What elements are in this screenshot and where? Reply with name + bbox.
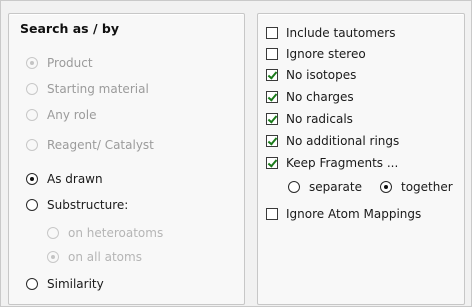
checkbox-no-radicals[interactable]: No radicals <box>266 110 353 128</box>
radio-on-all-atoms[interactable]: on all atoms <box>47 248 142 266</box>
radio-on-heteroatoms[interactable]: on heteroatoms <box>47 224 163 242</box>
checkbox-checked-icon[interactable] <box>266 157 278 169</box>
checkbox-keep-fragments[interactable]: Keep Fragments ... <box>266 154 398 172</box>
radio-button-icon[interactable] <box>26 139 38 151</box>
checkbox-no-isotopes[interactable]: No isotopes <box>266 66 356 84</box>
radio-separate[interactable]: separate <box>288 178 362 196</box>
checkbox-checked-icon[interactable] <box>266 69 278 81</box>
radio-reagent-catalyst[interactable]: Reagent/ Catalyst <box>26 136 154 154</box>
checkbox-keep-fragments-label: Keep Fragments ... <box>286 156 399 170</box>
radio-on-heteroatoms-label: on heteroatoms <box>68 226 164 240</box>
checkbox-no-additional-rings[interactable]: No additional rings <box>266 132 399 150</box>
radio-on-all-atoms-label: on all atoms <box>68 250 142 264</box>
radio-button-icon[interactable] <box>26 278 38 290</box>
radio-separate-label: separate <box>309 180 362 194</box>
radio-button-icon[interactable] <box>26 57 38 69</box>
checkbox-checked-icon[interactable] <box>266 135 278 147</box>
checkbox-no-additional-rings-label: No additional rings <box>286 134 400 148</box>
checkbox-ignore-atom-mappings-label: Ignore Atom Mappings <box>286 207 422 221</box>
radio-together[interactable]: together <box>380 178 453 196</box>
checkbox-checked-icon[interactable] <box>266 91 278 103</box>
radio-product-label: Product <box>47 56 93 70</box>
search-options-group: Include tautomers Ignore stereo No isoto… <box>257 13 465 305</box>
checkbox-icon[interactable] <box>266 48 278 60</box>
checkbox-include-tautomers[interactable]: Include tautomers <box>266 24 395 42</box>
radio-similarity-label: Similarity <box>47 277 104 291</box>
radio-button-icon[interactable] <box>26 83 38 95</box>
checkbox-icon[interactable] <box>266 208 278 220</box>
search-options-dialog: Search as / by Product Starting material… <box>0 0 472 307</box>
radio-product[interactable]: Product <box>26 54 93 72</box>
radio-any-role-label: Any role <box>47 108 97 122</box>
radio-substructure-label: Substructure: <box>47 198 129 212</box>
radio-button-icon[interactable] <box>47 251 59 263</box>
checkbox-no-charges-label: No charges <box>286 90 354 104</box>
radio-button-icon[interactable] <box>380 181 392 193</box>
radio-button-icon[interactable] <box>288 181 300 193</box>
checkbox-no-isotopes-label: No isotopes <box>286 68 357 82</box>
radio-as-drawn[interactable]: As drawn <box>26 170 103 188</box>
checkbox-include-tautomers-label: Include tautomers <box>286 26 396 40</box>
radio-together-label: together <box>401 180 453 194</box>
checkbox-ignore-stereo-label: Ignore stereo <box>286 47 366 61</box>
checkbox-icon[interactable] <box>266 27 278 39</box>
radio-reagent-catalyst-label: Reagent/ Catalyst <box>47 138 154 152</box>
search-as-by-group: Search as / by Product Starting material… <box>8 13 245 305</box>
checkbox-ignore-atom-mappings[interactable]: Ignore Atom Mappings <box>266 205 421 223</box>
radio-button-icon[interactable] <box>26 199 38 211</box>
radio-substructure[interactable]: Substructure: <box>26 196 128 214</box>
radio-similarity[interactable]: Similarity <box>26 275 104 293</box>
radio-button-icon[interactable] <box>47 227 59 239</box>
checkbox-ignore-stereo[interactable]: Ignore stereo <box>266 45 366 63</box>
search-as-by-title: Search as / by <box>20 21 119 36</box>
radio-starting-material[interactable]: Starting material <box>26 80 149 98</box>
radio-as-drawn-label: As drawn <box>47 172 103 186</box>
radio-button-icon[interactable] <box>26 173 38 185</box>
radio-starting-material-label: Starting material <box>47 82 149 96</box>
radio-any-role[interactable]: Any role <box>26 106 96 124</box>
radio-button-icon[interactable] <box>26 109 38 121</box>
checkbox-checked-icon[interactable] <box>266 113 278 125</box>
checkbox-no-radicals-label: No radicals <box>286 112 353 126</box>
checkbox-no-charges[interactable]: No charges <box>266 88 354 106</box>
